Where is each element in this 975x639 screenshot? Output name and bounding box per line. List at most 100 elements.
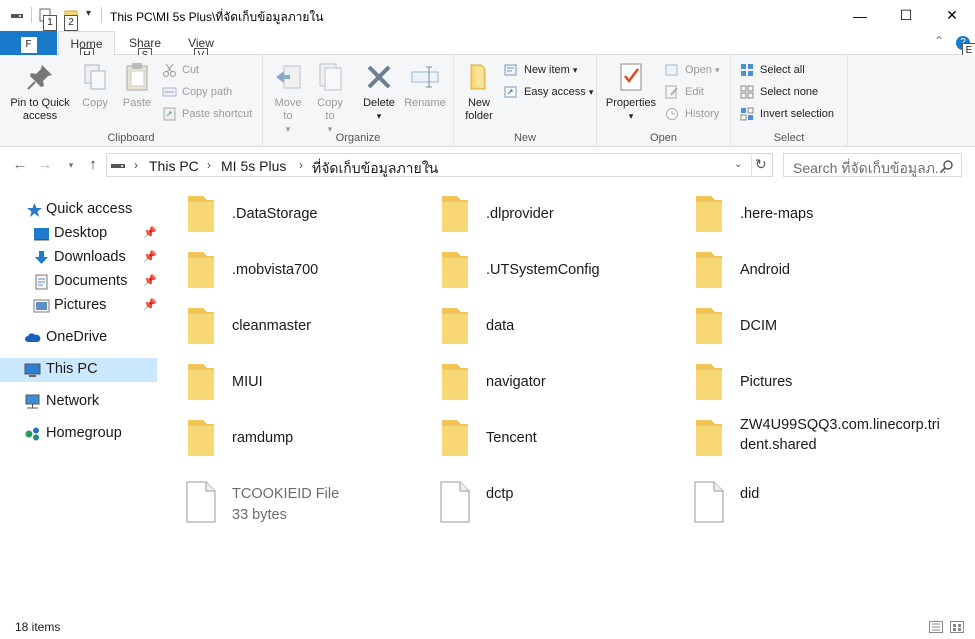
folder-item[interactable]: .dlprovider — [414, 188, 664, 240]
pin-icon[interactable]: 📌 — [143, 298, 157, 311]
clipboard-group: Pin to Quick access Copy Paste Cut Copy … — [0, 55, 263, 147]
sidebar-label: Homegroup — [46, 425, 122, 441]
pin-icon[interactable]: 📌 — [143, 250, 157, 263]
download-icon — [35, 251, 48, 264]
details-view-icon[interactable] — [929, 621, 943, 633]
folder-item[interactable]: MIUI — [160, 356, 410, 408]
breadcrumb-device[interactable]: MI 5s Plus — [221, 158, 286, 174]
collapse-ribbon-icon[interactable]: ⌃ — [934, 34, 944, 48]
sidebar-item-desktop[interactable]: Desktop 📌 — [0, 222, 157, 246]
sidebar-item-documents[interactable]: Documents 📌 — [0, 270, 157, 294]
large-icons-view-icon[interactable] — [950, 621, 964, 633]
file-icon — [440, 481, 470, 523]
move-to-button[interactable]: Move to ▾ — [271, 61, 305, 136]
move-to-label: Move to — [274, 97, 302, 122]
folder-item[interactable]: Android — [668, 244, 918, 296]
copy-button[interactable]: Copy — [78, 61, 112, 110]
sidebar-label: Quick access — [46, 201, 133, 217]
sidebar-item-onedrive[interactable]: OneDrive — [0, 326, 157, 350]
history-button[interactable]: History — [665, 104, 719, 124]
sidebar-item-network[interactable]: Network — [0, 390, 157, 414]
folder-item[interactable]: .UTSystemConfig — [414, 244, 664, 296]
file-icon — [694, 481, 724, 523]
sidebar-item-quick-access[interactable]: Quick access — [0, 198, 157, 222]
folder-item[interactable]: .DataStorage — [160, 188, 410, 240]
breadcrumb-internal-storage[interactable]: ที่จัดเก็บข้อมูลภายใน — [312, 158, 438, 180]
search-icon[interactable] — [940, 159, 954, 173]
copy-to-button[interactable]: Copy to ▾ — [313, 61, 347, 136]
paste-shortcut-button[interactable]: Paste shortcut — [162, 104, 252, 124]
folder-item[interactable]: data — [414, 300, 664, 352]
copy-path-icon — [162, 87, 177, 97]
drive-icon[interactable] — [10, 8, 24, 22]
file-item[interactable]: TCOOKIEID File 33 bytes — [160, 478, 410, 538]
select-all-button[interactable]: Select all — [740, 60, 805, 80]
sidebar-item-pictures[interactable]: Pictures 📌 — [0, 294, 157, 318]
folder-icon — [188, 196, 214, 232]
folder-item[interactable]: navigator — [414, 356, 664, 408]
file-item[interactable]: dctp — [414, 478, 664, 530]
pin-icon[interactable]: 📌 — [143, 226, 157, 239]
back-arrow-icon[interactable]: ← — [11, 156, 29, 174]
new-group-label: New — [513, 132, 536, 144]
properties-button[interactable]: Properties ▾ — [603, 61, 659, 123]
cut-label: Cut — [182, 64, 200, 76]
folder-item[interactable]: Pictures — [668, 356, 918, 408]
folder-icon — [442, 420, 468, 456]
breadcrumb-separator-icon[interactable]: › — [207, 158, 211, 172]
recent-locations-icon[interactable]: ▾ — [62, 156, 80, 174]
pin-quick-access-button[interactable]: Pin to Quick access — [6, 61, 74, 123]
customize-qat-icon[interactable]: ▾ — [86, 8, 91, 19]
sidebar-item-this-pc[interactable]: This PC — [0, 358, 157, 382]
file-list: .DataStorage .dlprovider .here-maps .mob… — [160, 186, 975, 616]
up-arrow-icon[interactable]: ↑ — [84, 156, 102, 174]
file-item[interactable]: did — [668, 478, 918, 530]
refresh-icon[interactable]: ↻ — [755, 156, 767, 173]
breadcrumb-separator-icon[interactable]: › — [299, 158, 303, 172]
easy-access-button[interactable]: Easy access ▾ — [504, 82, 593, 102]
folder-item[interactable]: ZW4U99SQQ3.com.linecorp.trident.shared — [668, 412, 940, 464]
breadcrumb-separator-icon[interactable]: › — [134, 158, 138, 172]
keytip-1: 1 — [43, 15, 57, 31]
search-box[interactable]: Search ที่จัดเก็บข้อมูลภ... — [783, 153, 962, 177]
edit-button[interactable]: Edit — [665, 82, 704, 102]
select-none-button[interactable]: Select none — [740, 82, 818, 102]
tab-file[interactable]: F — [0, 31, 57, 55]
forward-arrow-icon[interactable]: → — [36, 156, 54, 174]
new-item-button[interactable]: New item ▾ — [504, 60, 577, 80]
folder-icon — [188, 308, 214, 344]
invert-selection-label: Invert selection — [760, 108, 834, 120]
pictures-icon — [33, 299, 50, 313]
folder-item[interactable]: DCIM — [668, 300, 918, 352]
folder-item[interactable]: .mobvista700 — [160, 244, 410, 296]
cut-button[interactable]: Cut — [162, 60, 199, 80]
breadcrumb-this-pc[interactable]: This PC — [149, 158, 199, 174]
pin-icon[interactable]: 📌 — [143, 274, 157, 287]
sidebar-label: This PC — [46, 361, 98, 377]
copy-path-button[interactable]: Copy path — [162, 82, 232, 102]
folder-item[interactable]: cleanmaster — [160, 300, 410, 352]
folder-item[interactable]: ramdump — [160, 412, 410, 464]
open-button[interactable]: Open ▾ — [665, 60, 720, 80]
folder-item[interactable]: .here-maps — [668, 188, 918, 240]
new-folder-button[interactable]: New folder — [460, 61, 498, 123]
sidebar-label: OneDrive — [46, 329, 108, 345]
minimize-button[interactable]: — — [837, 0, 883, 31]
device-icon — [111, 164, 125, 168]
rename-button[interactable]: Rename — [403, 61, 447, 110]
invert-selection-button[interactable]: Invert selection — [740, 104, 834, 124]
address-dropdown-icon[interactable]: ⌄ — [734, 159, 742, 170]
sidebar-item-homegroup[interactable]: Homegroup — [0, 422, 157, 446]
ribbon-tabs: F Home H Share S View V ⌃ ? E — [0, 31, 975, 64]
sidebar-item-downloads[interactable]: Downloads 📌 — [0, 246, 157, 270]
organize-group-label: Organize — [335, 132, 381, 144]
breadcrumb-separator-icon[interactable]: › — [426, 158, 430, 172]
ribbon-home: Pin to Quick access Copy Paste Cut Copy … — [0, 55, 975, 147]
paste-button[interactable]: Paste — [118, 61, 156, 110]
address-bar[interactable]: › This PC › MI 5s Plus › ที่จัดเก็บข้อมู… — [106, 153, 773, 177]
history-label: History — [685, 108, 720, 120]
maximize-button[interactable]: ☐ — [883, 0, 929, 31]
delete-button[interactable]: Delete ▾ — [359, 61, 399, 123]
folder-item[interactable]: Tencent — [414, 412, 664, 464]
close-button[interactable]: ✕ — [929, 0, 975, 31]
